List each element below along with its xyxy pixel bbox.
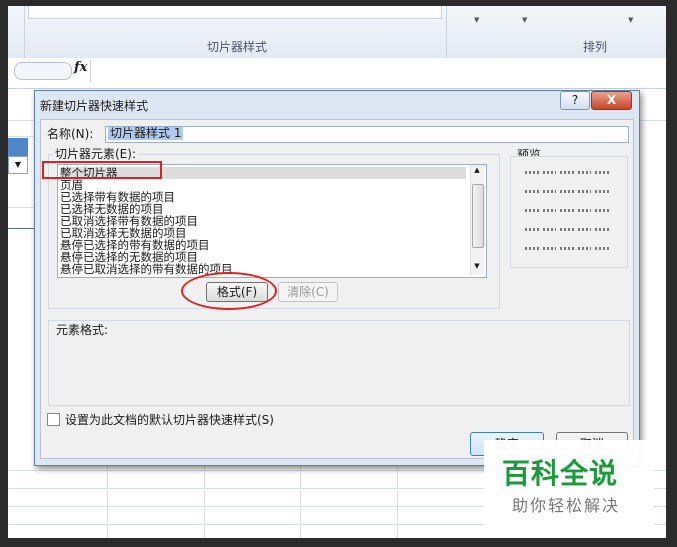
slicer-elements-list[interactable]: 整个切片器 页眉 已选择带有数据的项目 已选择无数据的项目 已取消选择带有数据的… [57,164,487,278]
watermark-logo: 百科全说 [502,457,619,490]
default-style-checkbox[interactable] [47,413,60,426]
preview-slicer-row [525,188,609,196]
formula-separator [90,60,91,82]
preview-slicer-row [525,245,609,253]
preview-panel [510,156,628,268]
dialog-title: 新建切片器快速样式 [40,99,149,113]
slicer-header-fragment [8,138,28,156]
name-input[interactable] [105,126,629,143]
name-label: 名称(N): [47,127,94,141]
screen-frame-left [0,0,8,547]
fx-icon[interactable]: fx [74,60,87,75]
ribbon-group-arrange: 排列 [583,40,608,54]
help-button[interactable]: ? [560,91,590,110]
chevron-down-icon[interactable]: ▼ [8,156,28,174]
watermark-slogan: 助你轻松解决 [512,496,621,515]
element-format-group [48,320,630,406]
name-input-value[interactable]: 切片器样式 1 [108,127,184,140]
grid-line [107,464,108,538]
formula-bar [8,58,666,89]
name-box[interactable] [14,62,72,80]
grid-line [300,464,301,538]
scrollbar-thumb[interactable] [472,184,484,248]
preview-slicer-row [525,226,609,234]
default-style-checkbox-label[interactable]: 设置为此文档的默认切片器快速样式(S) [65,411,274,428]
slicer-elements-label: 切片器元素(E): [53,145,138,162]
ribbon-separator [24,6,25,58]
preview-slicer-row [525,169,609,177]
close-button[interactable]: X [591,91,632,110]
screen-frame-bottom [0,538,677,547]
preview-slicer-row [525,207,609,215]
scroll-down-icon[interactable]: ▼ [470,262,484,274]
dropdown-arrow-icon[interactable]: ▼ [474,16,479,24]
annotation-highlight-rect [42,161,162,179]
screen-frame-right [666,0,677,547]
dropdown-arrow-icon[interactable]: ▼ [522,16,527,24]
dropdown-arrow-icon[interactable]: ▼ [628,16,633,24]
clear-button[interactable]: 清除(C) [278,282,338,302]
ribbon-separator [446,6,447,58]
ribbon-group-slicer-styles: 切片器样式 [207,40,268,54]
annotation-highlight-ellipse [181,272,277,310]
slicer-style-gallery[interactable] [28,6,442,19]
grid-line [204,464,205,538]
grid-line [397,464,398,538]
element-format-label: 元素格式: [54,321,111,338]
scroll-up-icon[interactable]: ▲ [470,166,484,178]
